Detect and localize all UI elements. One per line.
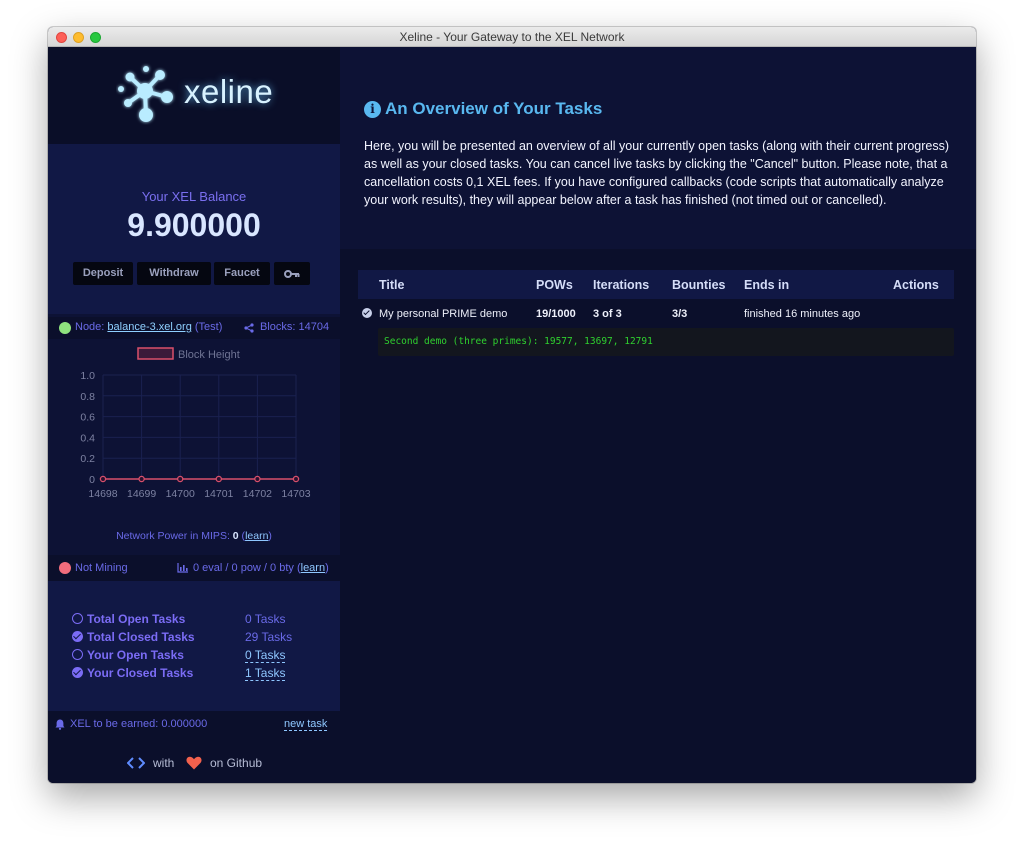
column-iterations: Iterations [593,278,650,292]
block-height-chart: Block Height 1.0 0.8 0.6 0.4 0.2 0 14698 14699 14… [48,339,340,554]
task-title: My personal PRIME demo [379,308,508,320]
x-tick-label: 14702 [243,488,272,500]
title-bar: Xeline - Your Gateway to the XEL Network [48,27,976,47]
node-status-dot [59,322,71,334]
chart-svg: Block Height 1.0 0.8 0.6 0.4 0.2 0 14698 14699 14… [80,347,311,500]
mining-stats: 0 eval / 0 pow / 0 bty [193,562,294,574]
column-bounties: Bounties [672,278,726,292]
check-circle-icon [72,631,83,642]
key-button[interactable] [274,262,310,285]
x-tick-label: 14703 [281,488,310,500]
bell-icon [55,719,65,730]
task-ends-in: finished 16 minutes ago [744,308,861,320]
data-point [215,475,223,483]
your-closed-tasks-label: Your Closed Tasks [72,666,193,680]
data-point [254,475,261,483]
deposit-button[interactable]: Deposit [73,262,133,285]
footer-github-link[interactable]: on Github [210,756,262,770]
your-open-tasks-label: Your Open Tasks [72,648,184,662]
xeline-logo-icon [118,66,173,122]
node-label: Node: [75,321,105,333]
legend-swatch [137,347,174,360]
x-tick-label: 14701 [204,488,233,500]
data-point [99,475,107,483]
total-closed-tasks-value: 29 Tasks [245,630,293,644]
x-tick-label: 14700 [166,488,195,500]
tasks-table: Title POWs Iterations Bounties Ends in A… [358,270,954,356]
task-iterations: 3 of 3 [593,308,622,320]
key-icon [284,269,300,278]
total-open-tasks-value: 0 Tasks [245,612,286,626]
task-pows: 19/1000 [536,308,576,320]
network-power-value: 0 [232,530,239,542]
balance-value: 9.900000 [127,207,261,243]
circle-icon [72,649,83,660]
bar-chart-icon [177,563,188,573]
node-host-link[interactable]: balance-3.xel.org [107,321,191,333]
sidebar: xeline Your XEL Balance 9.900000 Deposit… [48,47,340,783]
brand-name: xeline [184,73,274,110]
y-tick-label: 0 [89,474,95,486]
app-window: Xeline - Your Gateway to the XEL Network [48,27,976,783]
withdraw-button[interactable]: Withdraw [137,262,211,285]
footer-with: with [153,756,175,770]
y-tick-label: 0.2 [80,453,95,465]
network-power-learn-link[interactable]: learn [245,530,268,542]
check-circle-icon [72,667,83,678]
task-bounties: 3/3 [672,308,688,320]
info-icon: i [364,101,381,118]
overview-description: Here, you will be presented an overview … [364,139,949,207]
heart-icon [186,756,202,770]
mining-learn-link[interactable]: learn [301,562,325,574]
mining-status: Not Mining [75,562,128,574]
data-point [292,475,300,483]
check-circle-icon [362,308,372,318]
page-title: i An Overview of Your Tasks [364,99,602,119]
brand-header: xeline [48,47,340,144]
your-closed-tasks-link[interactable]: 1 Tasks [245,666,286,681]
balance-label: Your XEL Balance [141,189,247,204]
window-title: Xeline - Your Gateway to the XEL Network [399,30,625,44]
earnings-row: XEL to be earned: 0.000000 new task [48,711,340,737]
overview-intro: i An Overview of Your Tasks Here, you wil… [340,47,976,249]
table-row[interactable]: My personal PRIME demo 19/1000 3 of 3 3/… [358,299,954,328]
column-actions: Actions [893,278,939,292]
your-open-tasks-link[interactable]: 0 Tasks [245,648,286,663]
column-title: Title [379,278,405,292]
network-power-label: Network Power in MIPS: [116,530,230,542]
maximize-window-button[interactable] [90,32,101,43]
node-network: (Test) [194,321,223,333]
y-tick-label: 1.0 [80,370,95,382]
x-tick-label: 14699 [127,488,156,500]
table-header: Title POWs Iterations Bounties Ends in A… [358,270,954,299]
new-task-link[interactable]: new task [284,718,328,731]
close-window-button[interactable] [56,32,67,43]
data-point [176,475,184,483]
column-ends-in: Ends in [744,278,790,292]
callback-output: Second demo (three primes): 19577, 13697… [378,328,954,356]
column-pows: POWs [536,278,573,292]
task-summary-panel: Total Open Tasks 0 Tasks Total Closed Ta… [48,581,340,711]
legend-label: Block Height [178,349,240,361]
mining-status-dot [59,562,71,574]
data-point [138,475,145,483]
node-status-row: Node: balance-3.xel.org (Test) Blocks: 1… [48,317,340,339]
total-closed-tasks-label: Total Closed Tasks [72,630,195,644]
code-icon [127,757,145,769]
y-tick-label: 0.8 [80,391,95,403]
minimize-window-button[interactable] [73,32,84,43]
balance-panel: Your XEL Balance 9.900000 Deposit Withdr… [48,144,340,314]
share-icon [244,323,254,333]
circle-icon [72,613,83,624]
main-content: i An Overview of Your Tasks Here, you wil… [340,47,976,783]
footer: with on Github [48,737,340,783]
total-open-tasks-label: Total Open Tasks [72,612,185,626]
block-count: Blocks: 14704 [260,321,330,333]
y-tick-label: 0.4 [80,432,95,444]
x-tick-label: 14698 [88,488,117,500]
xel-to-be-earned: XEL to be earned: 0.000000 [70,718,208,730]
y-tick-label: 0.6 [80,412,95,424]
mining-status-row: Not Mining 0 eval / 0 pow / 0 bty (learn… [48,555,340,581]
faucet-button[interactable]: Faucet [214,262,270,285]
